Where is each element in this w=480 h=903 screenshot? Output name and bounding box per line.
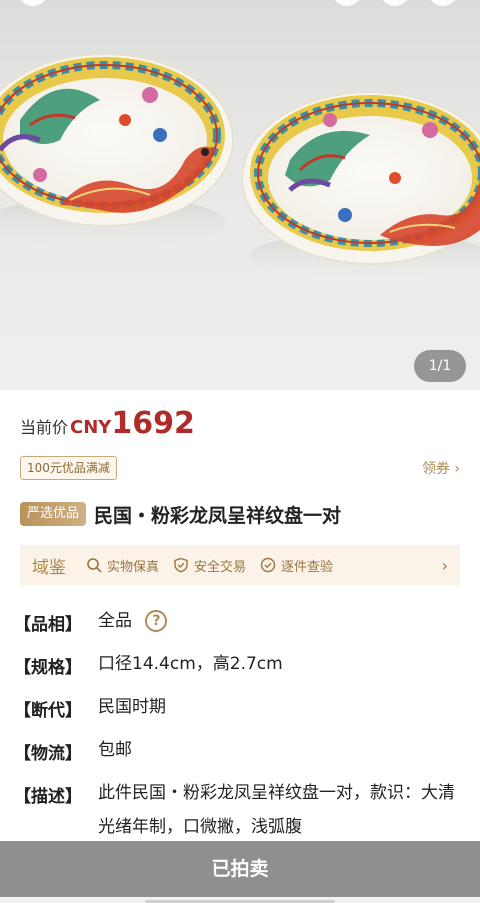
guarantee-item-authentic: 实物保真 (86, 556, 159, 575)
auction-status-label: 已拍卖 (211, 858, 269, 880)
spec-list: 【品相】 全品 ? 【规格】 口径14.4cm，高2.7cm 【断代】 民国时期… (14, 610, 466, 862)
spec-key: 【描述】 (14, 787, 82, 807)
coupon-row: 100元优品满减 领券 › (20, 456, 460, 482)
spec-key: 【品相】 (14, 615, 82, 635)
right-plate (241, 91, 480, 265)
price-value: 1692 (111, 406, 195, 441)
help-icon[interactable]: ? (145, 610, 168, 632)
spec-value-text: 全品 (98, 611, 132, 631)
guarantee-item-secure: 安全交易 (173, 556, 246, 575)
price-row: 当前价 CNY 1692 (20, 406, 195, 446)
more-button[interactable] (428, 0, 458, 6)
shield-check-icon (174, 557, 188, 573)
price-currency: CNY (70, 417, 112, 438)
favorite-button[interactable] (332, 0, 362, 6)
spec-value: 包邮 (98, 740, 132, 760)
share-button[interactable] (380, 0, 410, 6)
spec-key: 【规格】 (14, 658, 82, 678)
guarantee-item-inspect: 逐件查验 (260, 556, 333, 575)
image-counter: 1/1 (414, 350, 466, 382)
spec-value: 此件民国・粉彩龙凤呈祥纹盘一对，款识：大清光绪年制，口微撇，浅弧腹 (98, 783, 455, 837)
coupon-badge[interactable]: 100元优品满减 (20, 456, 117, 480)
guarantee-item-label: 实物保真 (107, 559, 160, 575)
back-button[interactable] (18, 0, 48, 6)
check-circle-icon (260, 557, 276, 573)
claim-coupon-link[interactable]: 领券 › (422, 458, 460, 478)
auction-status-bar[interactable]: 已拍卖 (0, 841, 480, 897)
chevron-right-icon: › (441, 555, 448, 575)
spec-value: 全品 ? (98, 604, 168, 638)
left-plate (0, 53, 234, 227)
spec-value: 口径14.4cm，高2.7cm (98, 654, 283, 674)
selection-badge: 严选优品 (20, 502, 87, 526)
top-toolbar (0, 0, 480, 6)
guarantee-brand: 域鉴 (32, 557, 66, 578)
porcelain-plates-illustration (0, 53, 480, 277)
product-image[interactable]: 1/1 (0, 0, 480, 390)
search-icon (87, 558, 102, 573)
product-title: 民国・粉彩龙凤呈祥纹盘一对 (94, 504, 342, 527)
spec-value: 民国时期 (98, 697, 166, 717)
guarantee-item-label: 安全交易 (194, 559, 247, 575)
spec-key: 【断代】 (14, 701, 82, 721)
spec-row-period: 【断代】 民国时期 (14, 696, 466, 739)
product-title-row: 严选优品 民国・粉彩龙凤呈祥纹盘一对 (20, 500, 470, 528)
spec-key: 【物流】 (14, 744, 82, 764)
price-label: 当前价 (20, 418, 69, 437)
spec-row-size: 【规格】 口径14.4cm，高2.7cm (14, 653, 466, 696)
guarantee-bar[interactable]: 域鉴 实物保真 安全交易 逐件查验 › (20, 545, 460, 585)
guarantee-item-label: 逐件查验 (281, 559, 334, 575)
